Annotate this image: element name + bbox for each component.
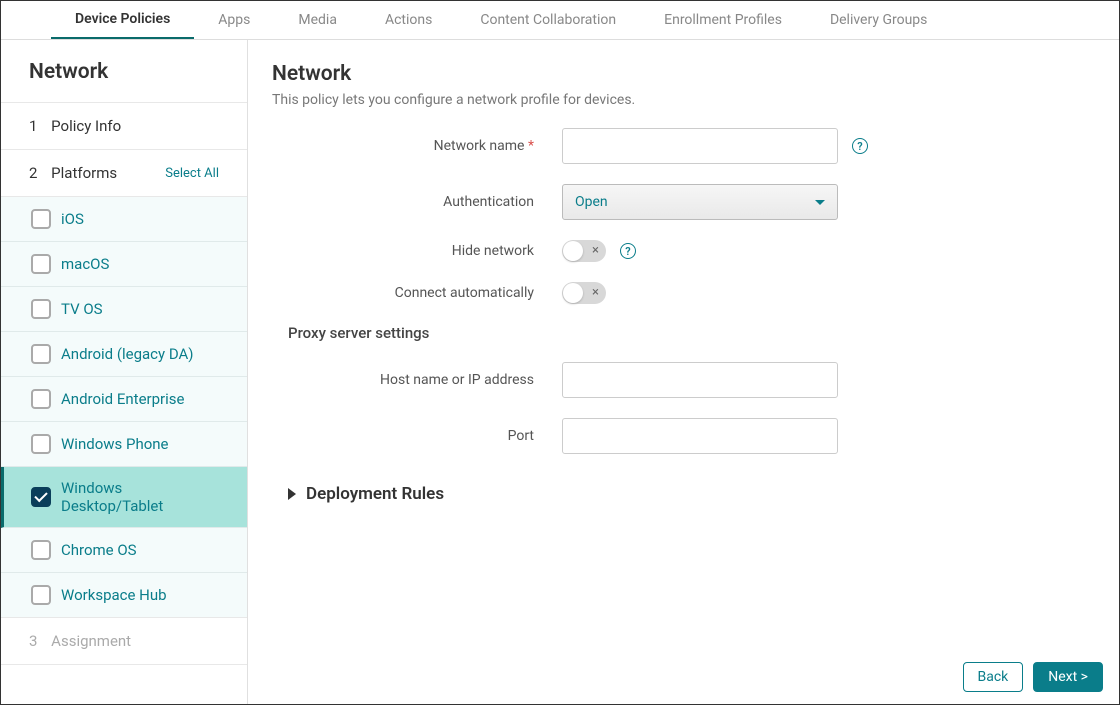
- platform-item-tvos[interactable]: TV OS: [1, 287, 247, 332]
- checkbox-icon[interactable]: [31, 434, 51, 454]
- step-label: Policy Info: [51, 117, 121, 135]
- chevron-down-icon: [815, 200, 825, 205]
- host-input[interactable]: [562, 362, 838, 398]
- platform-label: TV OS: [61, 300, 103, 318]
- toggle-off-icon: ×: [592, 285, 599, 300]
- step-number: 1: [29, 117, 37, 135]
- footer-buttons: Back Next >: [963, 662, 1104, 692]
- platform-item-android-enterprise[interactable]: Android Enterprise: [1, 377, 247, 422]
- tab-device-policies[interactable]: Device Policies: [51, 1, 194, 39]
- step-policy-info[interactable]: 1 Policy Info: [1, 102, 247, 150]
- step-platforms[interactable]: 2 Platforms Select All: [1, 150, 247, 197]
- platform-item-ios[interactable]: iOS: [1, 197, 247, 242]
- label-host: Host name or IP address: [272, 372, 562, 388]
- platform-label: macOS: [61, 255, 109, 273]
- row-authentication: Authentication Open: [272, 184, 1095, 220]
- platform-item-android-legacy[interactable]: Android (legacy DA): [1, 332, 247, 377]
- hide-network-toggle[interactable]: ×: [562, 240, 606, 262]
- caret-right-icon: [288, 488, 296, 500]
- row-port: Port: [272, 418, 1095, 454]
- step-assignment[interactable]: 3 Assignment: [1, 618, 247, 665]
- next-button[interactable]: Next >: [1033, 662, 1103, 692]
- row-hide-network: Hide network × ?: [272, 240, 1095, 262]
- tab-delivery-groups[interactable]: Delivery Groups: [806, 1, 951, 39]
- platform-label: Windows Desktop/Tablet: [61, 479, 217, 515]
- label-hide-network: Hide network: [272, 243, 562, 259]
- select-all-link[interactable]: Select All: [165, 166, 219, 181]
- platform-label: Workspace Hub: [61, 586, 167, 604]
- checkbox-icon[interactable]: [31, 389, 51, 409]
- deployment-rules-toggle[interactable]: Deployment Rules: [288, 484, 1095, 504]
- platform-label: Android (legacy DA): [61, 345, 194, 363]
- port-input[interactable]: [562, 418, 838, 454]
- checkbox-icon[interactable]: [31, 540, 51, 560]
- toggle-knob: [563, 241, 583, 261]
- tab-content-collaboration[interactable]: Content Collaboration: [456, 1, 640, 39]
- label-connect-auto: Connect automatically: [272, 285, 562, 301]
- select-value: Open: [575, 194, 608, 210]
- toggle-knob: [563, 283, 583, 303]
- sidebar: Network 1 Policy Info 2 Platforms Select…: [1, 40, 248, 704]
- platform-item-workspace-hub[interactable]: Workspace Hub: [1, 573, 247, 617]
- row-network-name: Network name * ?: [272, 128, 1095, 164]
- tab-media[interactable]: Media: [274, 1, 361, 39]
- row-connect-auto: Connect automatically ×: [272, 282, 1095, 304]
- authentication-select[interactable]: Open: [562, 184, 838, 220]
- checkbox-icon[interactable]: [31, 299, 51, 319]
- platform-label: Chrome OS: [61, 541, 137, 559]
- checkbox-icon[interactable]: [31, 254, 51, 274]
- step-label: Assignment: [51, 632, 131, 650]
- deployment-rules-label: Deployment Rules: [306, 484, 444, 504]
- main-content: Network This policy lets you configure a…: [248, 40, 1119, 704]
- platform-label: Android Enterprise: [61, 390, 184, 408]
- back-button[interactable]: Back: [963, 662, 1024, 692]
- step-label: Platforms: [51, 164, 117, 182]
- help-icon[interactable]: ?: [620, 243, 636, 259]
- checkbox-icon[interactable]: [31, 209, 51, 229]
- label-authentication: Authentication: [272, 194, 562, 210]
- page-subtitle: This policy lets you configure a network…: [272, 92, 1095, 108]
- page-title: Network: [272, 62, 1095, 86]
- network-name-input[interactable]: [562, 128, 838, 164]
- checkbox-checked-icon[interactable]: [31, 487, 51, 507]
- checkbox-icon[interactable]: [31, 344, 51, 364]
- proxy-section-header: Proxy server settings: [288, 324, 1095, 342]
- connect-auto-toggle[interactable]: ×: [562, 282, 606, 304]
- help-icon[interactable]: ?: [852, 138, 868, 154]
- tab-enrollment-profiles[interactable]: Enrollment Profiles: [640, 1, 806, 39]
- platform-label: Windows Phone: [61, 435, 169, 453]
- checkbox-icon[interactable]: [31, 585, 51, 605]
- platform-item-windows-desktop[interactable]: Windows Desktop/Tablet: [1, 467, 247, 528]
- platform-item-macos[interactable]: macOS: [1, 242, 247, 287]
- toggle-off-icon: ×: [592, 243, 599, 258]
- sidebar-title: Network: [1, 40, 247, 102]
- platform-list: iOS macOS TV OS Android (legacy DA) Andr…: [1, 197, 247, 618]
- top-nav: Device Policies Apps Media Actions Conte…: [1, 1, 1119, 40]
- required-mark: *: [528, 138, 534, 154]
- step-number: 2: [29, 164, 37, 182]
- platform-label: iOS: [61, 210, 84, 228]
- row-host: Host name or IP address: [272, 362, 1095, 398]
- label-text: Network name: [434, 138, 525, 154]
- label-port: Port: [272, 428, 562, 444]
- tab-actions[interactable]: Actions: [361, 1, 456, 39]
- label-network-name: Network name *: [272, 138, 562, 154]
- step-number: 3: [29, 632, 37, 650]
- platform-item-windows-phone[interactable]: Windows Phone: [1, 422, 247, 467]
- tab-apps[interactable]: Apps: [194, 1, 274, 39]
- platform-item-chromeos[interactable]: Chrome OS: [1, 528, 247, 573]
